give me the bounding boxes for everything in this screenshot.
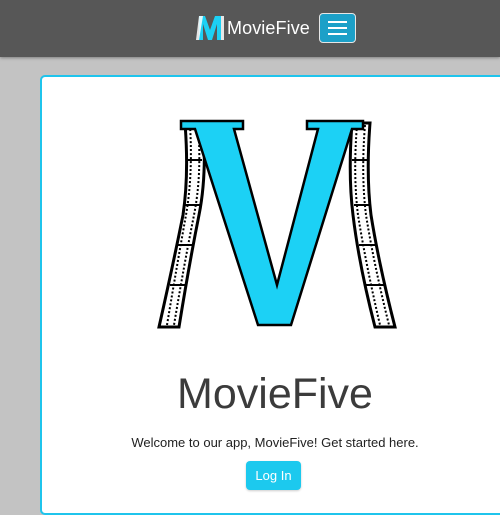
welcome-text: Welcome to our app, MovieFive! Get start… — [131, 435, 419, 450]
moviefive-film-v-logo — [157, 119, 397, 329]
hamburger-menu-icon-bar — [328, 33, 347, 35]
login-button[interactable]: Log In — [246, 461, 301, 490]
page-title: MovieFive — [177, 370, 373, 418]
brand-link[interactable]: MovieFive — [195, 12, 310, 44]
navbar-toggle-button[interactable] — [319, 13, 356, 43]
brand-name: MovieFive — [227, 17, 310, 38]
hamburger-menu-icon — [328, 21, 347, 23]
top-navbar: MovieFive — [0, 0, 500, 57]
hamburger-menu-icon-bar — [328, 27, 347, 29]
moviefive-logo-icon — [196, 16, 224, 40]
